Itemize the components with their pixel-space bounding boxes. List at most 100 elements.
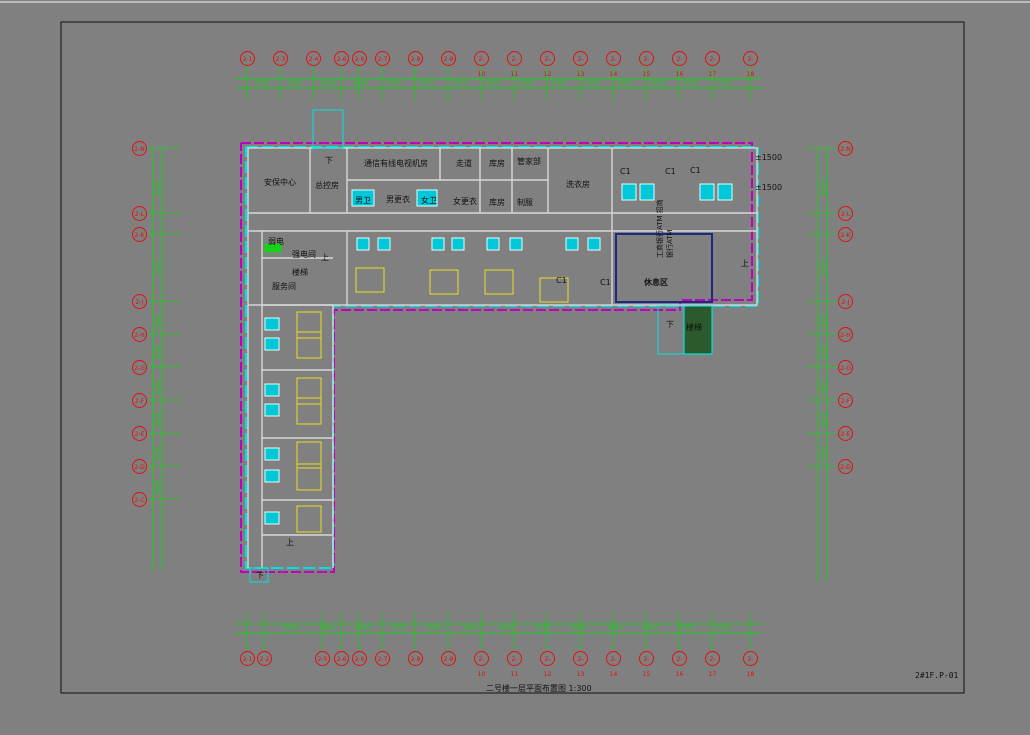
bed-top-1 — [429, 269, 459, 295]
drawing-canvas: 2-1 2-3 2-4 2-6 2-6 2-7 2-8 2-9 2-10 2-11 2-12 2-13… — [0, 0, 1030, 731]
axis-left-6: 2-F — [132, 393, 147, 408]
dim-left-2: 3000 — [155, 314, 162, 330]
bath-left-3 — [264, 403, 280, 417]
axis-top-16: 2-18 — [743, 51, 758, 78]
dim-right-5: 3000 — [820, 412, 827, 428]
mark-c1-e: C1 — [600, 278, 611, 287]
axis-top-1: 2-3 — [273, 51, 288, 66]
dim-left-6: 3000 — [155, 446, 162, 462]
room-mens-locker: 男更衣 — [386, 195, 410, 204]
axis-top-10: 2-12 — [540, 51, 555, 78]
spot-level-a: ±1500 — [755, 153, 783, 162]
dim-right-1: 3000 — [820, 259, 827, 275]
dim-top-12: 4000 — [650, 80, 666, 87]
dim-top-11: 4000 — [617, 80, 633, 87]
axis-top-8: 2-10 — [474, 51, 489, 78]
room-lounge: 休息区 — [644, 278, 668, 287]
dim-left-3: 3000 — [155, 344, 162, 360]
room-storeroom-1: 库房 — [489, 159, 505, 168]
bath-left-5 — [264, 469, 280, 483]
room-control: 总控房 — [315, 181, 339, 190]
dim-top-3: 4000 — [353, 80, 369, 87]
axis-bottom-12: 2-14 — [606, 651, 621, 678]
dim-bottom-7: 4000 — [535, 625, 551, 632]
dim-top-9: 4000 — [551, 80, 567, 87]
axis-top-12: 2-14 — [606, 51, 621, 78]
room-service: 服务间 — [272, 282, 296, 291]
bed-left-2 — [296, 377, 322, 405]
axis-right-3: 2-J — [838, 294, 853, 309]
dim-right-3: 3000 — [820, 344, 827, 360]
bed-left-3 — [296, 397, 322, 425]
dim-top-0: 4000 — [254, 80, 270, 87]
bed-top-0 — [355, 267, 385, 293]
dim-bottom-2: 4000 — [355, 625, 371, 632]
dim-bottom-9: 4000 — [607, 625, 623, 632]
axis-bottom-2: 2-5 — [315, 651, 330, 666]
stair-up-3: 上 — [286, 538, 294, 547]
dim-bottom-4: 4000 — [427, 625, 443, 632]
dim-bottom-8: 4000 — [571, 625, 587, 632]
stair-down-3: 下 — [256, 571, 264, 580]
stair-down-2: 下 — [666, 320, 674, 329]
axis-bottom-3: 2-6 — [334, 651, 349, 666]
stair-down-1: 下 — [325, 156, 333, 165]
dim-right-0: 6000 — [820, 179, 827, 195]
bath-left-4 — [264, 447, 280, 461]
axis-bottom-8: 2-10 — [474, 651, 489, 678]
axis-bottom-13: 2-15 — [639, 651, 654, 678]
dim-right-6: 3000 — [820, 446, 827, 462]
axis-top-13: 2-15 — [639, 51, 654, 78]
interior-walls — [247, 147, 758, 568]
room-corridor: 走道 — [456, 159, 472, 168]
dim-bottom-11: 4000 — [679, 625, 695, 632]
axis-right-2: 2-K — [838, 227, 853, 242]
bath-right-3 — [717, 183, 733, 201]
mark-c1-d: C1 — [556, 276, 567, 285]
room-storeroom-2: 库房 — [489, 198, 505, 207]
bath-left-0 — [264, 317, 280, 331]
axis-right-4: 2-H — [838, 327, 853, 342]
axis-top-4: 2-6 — [352, 51, 367, 66]
axis-bottom-14: 2-16 — [672, 651, 687, 678]
bed-left-0 — [296, 311, 322, 339]
axis-left-8: 2-D — [132, 459, 147, 474]
axis-top-6: 2-8 — [408, 51, 423, 66]
room-steward: 管家部 — [517, 157, 541, 166]
drawing-caption: 二号楼一层平面布置图 1:300 — [486, 684, 592, 693]
dim-top-2: 4000 — [320, 80, 336, 87]
bed-left-6 — [296, 505, 322, 533]
room-security-center: 安保中心 — [264, 178, 296, 187]
bath-right-0 — [621, 183, 637, 201]
mark-c1-c: C1 — [690, 166, 701, 175]
room-atm: 工商银行ATM 招商银行ATM — [656, 199, 674, 258]
axis-bottom-5: 2-7 — [375, 651, 390, 666]
room-womens-locker: 女更衣 — [453, 197, 477, 206]
axis-bottom-10: 2-12 — [540, 651, 555, 678]
dim-bottom-3: 4000 — [391, 625, 407, 632]
sheet-number: 2#1F.P-01 — [915, 671, 959, 680]
room-weak-current: 弱电 — [268, 237, 284, 246]
bath-top-5 — [509, 237, 523, 251]
axis-left-9: 2-C — [132, 492, 147, 507]
bath-top-1 — [377, 237, 391, 251]
bed-top-2 — [484, 269, 514, 295]
axis-bottom-7: 2-9 — [441, 651, 456, 666]
drawing-frame — [60, 21, 965, 694]
axis-right-0: 2-N — [838, 141, 853, 156]
dim-top-10: 4000 — [584, 80, 600, 87]
mark-c1-a: C1 — [620, 167, 631, 176]
stair-up-1: 上 — [321, 253, 329, 262]
axis-bottom-16: 2-18 — [743, 651, 758, 678]
room-laundry: 洗衣房 — [566, 180, 590, 189]
bath-top-2 — [431, 237, 445, 251]
bath-top-7 — [587, 237, 601, 251]
bath-left-1 — [264, 337, 280, 351]
axis-top-0: 2-1 — [240, 51, 255, 66]
room-telecom: 通信有线电视机房 — [364, 159, 428, 168]
dim-bottom-10: 4000 — [643, 625, 659, 632]
dim-left-0: 6000 — [155, 179, 162, 195]
dim-left-1: 3000 — [155, 259, 162, 275]
dim-top-1: 4000 — [287, 80, 303, 87]
axis-left-5: 2-G — [132, 360, 147, 375]
